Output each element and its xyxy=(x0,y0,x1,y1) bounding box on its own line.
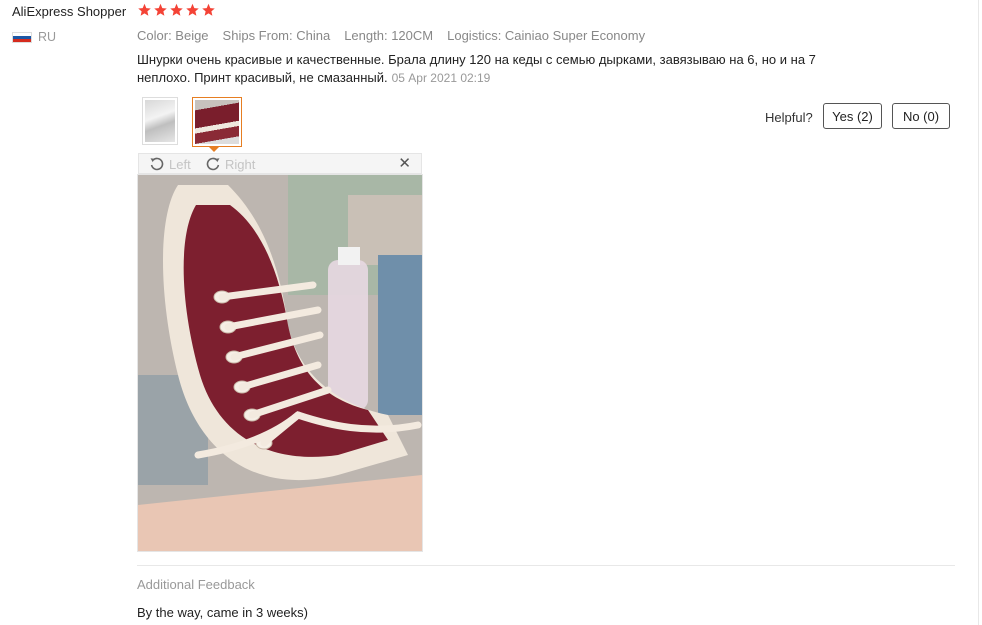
selected-thumbnail-caret xyxy=(208,146,220,152)
attr-length: Length: 120CM xyxy=(344,28,434,43)
additional-feedback-text: By the way, came in 3 weeks) xyxy=(137,605,308,620)
helpful-yes-button[interactable]: Yes (2) xyxy=(823,103,882,129)
star-icon xyxy=(201,2,216,19)
star-icon xyxy=(169,2,184,19)
helpful-label: Helpful? xyxy=(765,110,813,125)
russia-flag-icon xyxy=(12,31,32,43)
attr-ships-from: Ships From: China xyxy=(222,28,331,43)
country-code: RU xyxy=(38,30,57,44)
rotate-left-label: Left xyxy=(169,156,191,172)
image-viewer-toolbar: Left Right ✕ xyxy=(138,153,422,174)
star-icon xyxy=(185,2,200,19)
thumbnail-image xyxy=(195,100,239,144)
attr-color: Color: Beige xyxy=(137,28,209,43)
product-attributes: Color: Beige Ships From: China Length: 1… xyxy=(137,28,645,43)
rotate-right-icon xyxy=(205,156,221,172)
rotate-left-icon xyxy=(149,156,165,172)
helpful-no-button[interactable]: No (0) xyxy=(892,103,950,129)
right-border xyxy=(978,0,979,625)
star-icon xyxy=(153,2,168,19)
reviewer-country: RU xyxy=(12,30,56,44)
additional-feedback-title: Additional Feedback xyxy=(137,577,255,592)
close-icon[interactable]: ✕ xyxy=(398,156,411,172)
review-thumbnail-2-selected[interactable] xyxy=(192,97,242,147)
rotate-left-button[interactable]: Left xyxy=(149,154,191,174)
thumbnail-image xyxy=(145,100,175,142)
rotate-right-button[interactable]: Right xyxy=(205,154,255,174)
star-icon xyxy=(137,2,152,19)
rotate-right-label: Right xyxy=(225,156,256,172)
reviewer-name: AliExpress Shopper xyxy=(12,4,127,19)
attr-logistics: Logistics: Cainiao Super Economy xyxy=(447,28,646,43)
review-date: 05 Apr 2021 02:19 xyxy=(391,71,491,85)
review-photo-enlarged xyxy=(137,174,423,552)
review-thumbnail-1[interactable] xyxy=(142,97,178,145)
section-divider xyxy=(137,565,955,566)
review-body: Шнурки очень красивые и качественные. Бр… xyxy=(137,51,847,87)
star-rating xyxy=(137,2,216,19)
